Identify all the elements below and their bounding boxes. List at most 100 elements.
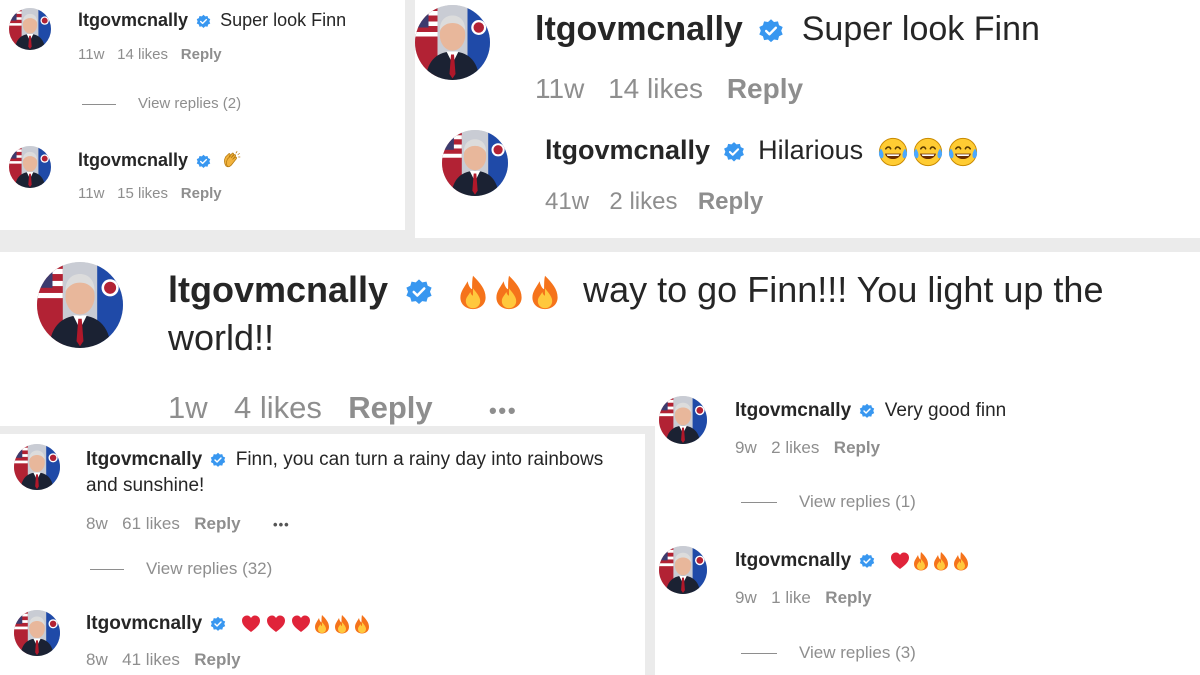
comment-item: ltgovmcnally 9w 1 like Reply View replies … [655, 534, 1200, 674]
comment-time: 8w [86, 650, 108, 670]
comment-text: Finn, you can turn a rainy day into rain… [235, 449, 604, 470]
view-replies-button[interactable]: View replies (1) [741, 492, 916, 512]
reply-button[interactable]: Reply [194, 650, 240, 669]
fire-emoji-icon [931, 550, 951, 572]
reply-button[interactable]: Reply [698, 188, 763, 215]
reply-button[interactable]: Reply [348, 390, 432, 425]
view-replies-label: View replies (32) [146, 559, 273, 578]
comment-time: 11w [78, 46, 105, 63]
fire-emoji-icon [312, 613, 332, 635]
screenshot-panel-b: ltgovmcnally Super look Finn 11w 14 likes… [415, 0, 1200, 238]
fire-emoji-icon [911, 550, 931, 572]
username[interactable]: ltgovmcnally [535, 10, 743, 48]
red-heart-emoji-icon [240, 614, 262, 634]
comment-time: 8w [86, 514, 108, 533]
comment-text: Super look Finn [220, 10, 347, 30]
verified-badge-icon [859, 553, 875, 569]
comment-text: Hilarious [758, 135, 864, 165]
avatar[interactable] [9, 146, 51, 188]
verified-badge-icon [405, 278, 433, 306]
comment-time: 9w [735, 588, 757, 608]
view-replies-button[interactable]: View replies (32) [90, 559, 272, 579]
verified-badge-icon [210, 616, 226, 632]
username[interactable]: ltgovmcnally [86, 613, 202, 634]
comment-text: Super look Finn [801, 10, 1040, 48]
more-options-button[interactable]: ••• [273, 517, 290, 532]
comment-item: ltgovmcnally Super look Finn 11w 14 likes… [415, 0, 1200, 120]
comment-likes[interactable]: 2 likes [609, 188, 677, 215]
username[interactable]: ltgovmcnally [168, 269, 388, 310]
comment-text-continued: world!! [168, 317, 275, 358]
avatar[interactable] [9, 8, 51, 50]
view-replies-label: View replies (2) [138, 95, 242, 112]
fire-emoji-icon [352, 613, 372, 635]
comment-likes[interactable]: 2 likes [771, 438, 819, 457]
tears-of-joy-emoji-icon [877, 136, 909, 168]
username[interactable]: ltgovmcnally [735, 550, 851, 571]
avatar[interactable] [14, 444, 60, 490]
reply-button[interactable]: Reply [825, 588, 871, 607]
comment-item: ltgovmcnally Finn, you can turn a rainy … [0, 434, 645, 584]
screenshot-panel-a: ltgovmcnally Super look Finn 11w 14 likes… [0, 0, 405, 230]
verified-badge-icon [859, 403, 875, 419]
view-replies-button[interactable]: View replies (2) [82, 95, 241, 112]
divider-line [741, 653, 777, 655]
comment-likes[interactable]: 41 likes [122, 650, 180, 669]
avatar[interactable] [14, 610, 60, 656]
avatar[interactable] [659, 396, 707, 444]
divider-line [90, 569, 124, 571]
avatar[interactable] [442, 130, 508, 196]
fire-emoji-icon [491, 272, 527, 312]
tears-of-joy-emoji-icon [912, 136, 944, 168]
comment-text: Very good finn [884, 400, 1007, 421]
clapping-hands-emoji-icon [220, 151, 242, 171]
verified-badge-icon [196, 154, 211, 169]
verified-badge-icon [196, 14, 211, 29]
view-replies-label: View replies (1) [799, 492, 916, 511]
screenshot-panel-d: ltgovmcnally Very good finn 9w 2 likes Rep… [655, 384, 1200, 675]
avatar[interactable] [415, 5, 490, 80]
comment-item: ltgovmcnally 11w 15 likes Reply [0, 140, 405, 220]
avatar[interactable] [37, 262, 123, 348]
comment-item: ltgovmcnally Hilarious 41w 2 likes Reply [415, 125, 1200, 235]
divider-line [741, 502, 777, 504]
comment-item: ltgovmcnally Very good finn 9w 2 likes Rep… [655, 384, 1200, 524]
view-replies-label: View replies (3) [799, 643, 916, 662]
username[interactable]: ltgovmcnally [86, 449, 202, 470]
avatar[interactable] [659, 546, 707, 594]
red-heart-emoji-icon [889, 551, 911, 571]
fire-emoji-icon [951, 550, 971, 572]
reply-button[interactable]: Reply [194, 514, 240, 533]
comment-item: ltgovmcnally 8w 41 likes Reply [0, 604, 645, 674]
comment-likes[interactable]: 61 likes [122, 514, 180, 533]
username[interactable]: ltgovmcnally [78, 10, 188, 30]
comment-text: way to go Finn!!! You light up the [583, 269, 1104, 310]
comment-likes[interactable]: 1 like [771, 588, 811, 607]
more-options-button[interactable]: ••• [489, 398, 517, 423]
comment-likes[interactable]: 15 likes [117, 185, 168, 202]
username[interactable]: ltgovmcnally [735, 400, 851, 421]
verified-badge-icon [723, 141, 745, 163]
username[interactable]: ltgovmcnally [545, 135, 710, 165]
reply-button[interactable]: Reply [727, 73, 803, 104]
screenshot-panel-e: ltgovmcnally Finn, you can turn a rainy … [0, 434, 645, 675]
view-replies-button[interactable]: View replies (3) [741, 643, 916, 663]
comment-time: 11w [78, 185, 105, 203]
tears-of-joy-emoji-icon [947, 136, 979, 168]
comment-likes[interactable]: 14 likes [117, 46, 168, 63]
comment-text-continued: and sunshine! [86, 475, 205, 496]
reply-button[interactable]: Reply [834, 438, 880, 457]
comment-likes[interactable]: 14 likes [608, 73, 703, 104]
verified-badge-icon [758, 18, 784, 44]
red-heart-emoji-icon [290, 614, 312, 634]
reply-button[interactable]: Reply [181, 185, 222, 202]
comment-time: 1w [168, 390, 208, 425]
verified-badge-icon [210, 452, 226, 468]
comment-time: 9w [735, 438, 757, 457]
comment-likes[interactable]: 4 likes [234, 390, 322, 425]
fire-emoji-icon [455, 272, 491, 312]
fire-emoji-icon [527, 272, 563, 312]
username[interactable]: ltgovmcnally [78, 150, 188, 170]
comment-item: ltgovmcnally Super look Finn 11w 14 likes… [0, 0, 405, 120]
reply-button[interactable]: Reply [181, 46, 222, 63]
